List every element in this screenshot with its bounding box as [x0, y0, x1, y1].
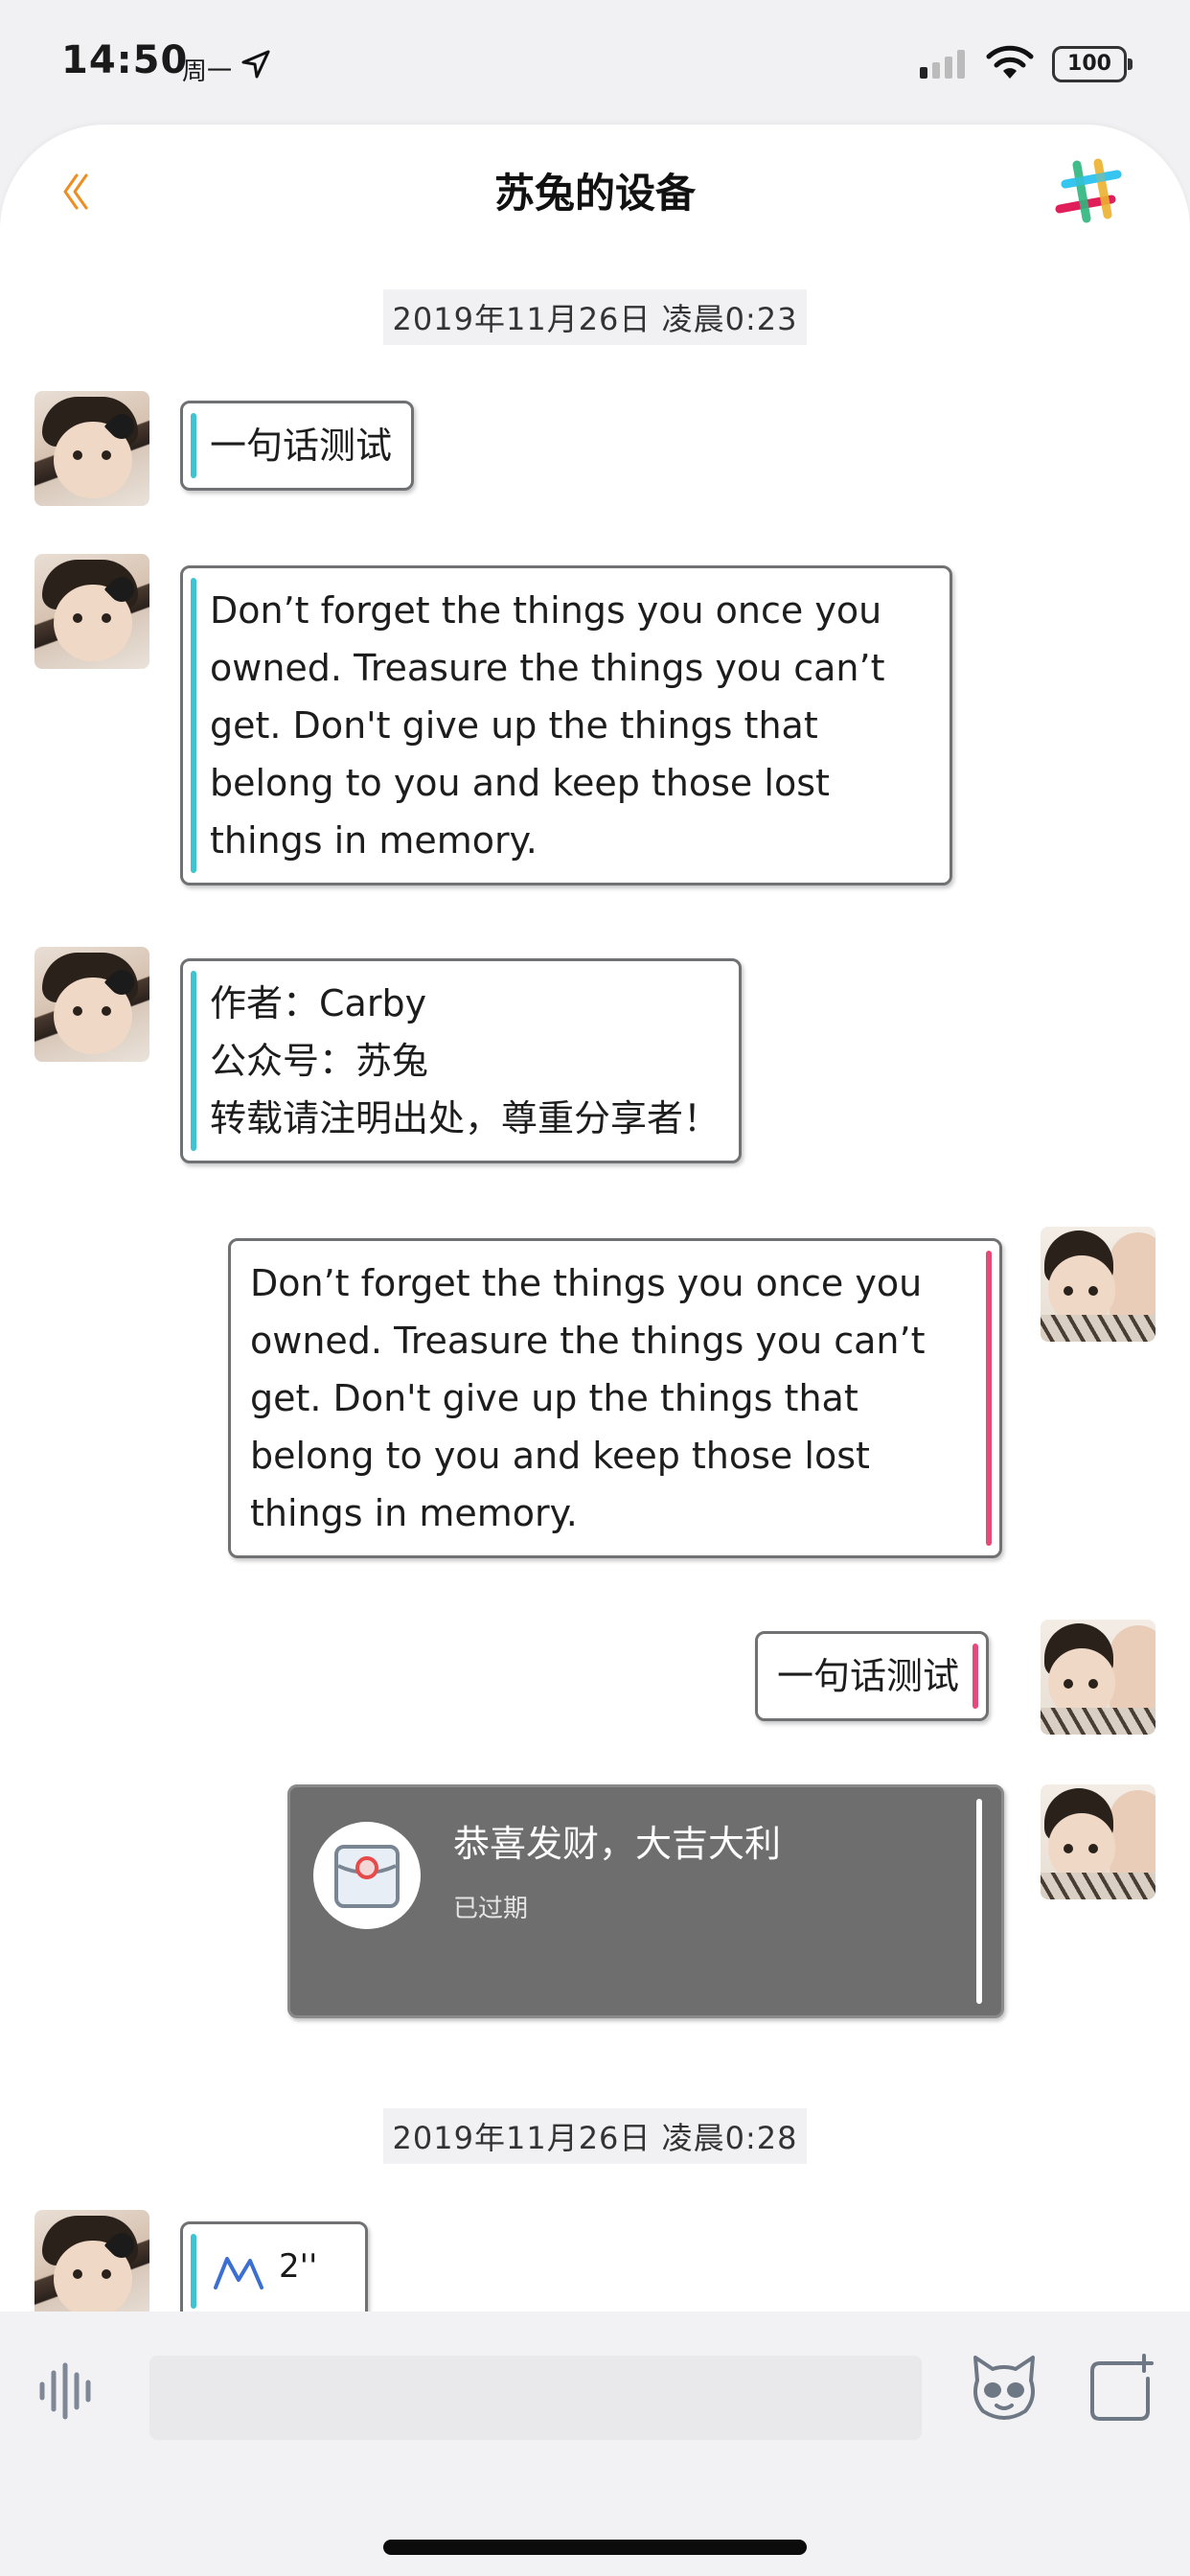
message-bubble[interactable]: Don’t forget the things you once you own… [228, 1238, 1002, 1558]
avatar-left[interactable] [34, 391, 149, 506]
avatar-left[interactable] [34, 554, 149, 669]
voice-duration: 2'' [279, 2247, 318, 2286]
red-packet-title: 恭喜发财，大吉大利 [453, 1823, 782, 1865]
timestamp: 2019年11月26日 凌晨0:23 [0, 289, 1190, 345]
location-arrow-icon [241, 50, 270, 79]
red-packet-card[interactable]: 恭喜发财，大吉大利 已过期 [287, 1784, 1004, 2018]
cellular-signal-icon [920, 50, 965, 79]
message-input[interactable] [149, 2356, 922, 2440]
settings-hash-icon[interactable] [1054, 157, 1123, 226]
avatar-left[interactable] [34, 947, 149, 1062]
avatar-right[interactable] [1041, 1784, 1156, 1899]
battery-indicator: 100 [1052, 46, 1133, 82]
message-bubble[interactable]: Don’t forget the things you once you own… [180, 565, 952, 886]
avatar-right[interactable] [1041, 1227, 1156, 1342]
voice-message[interactable]: 2'' [180, 2221, 368, 2312]
page-title: 苏兔的设备 [493, 170, 696, 217]
input-bar [0, 2312, 1190, 2576]
avatar-right[interactable] [1041, 1620, 1156, 1735]
emoji-cat-icon[interactable] [968, 2352, 1041, 2425]
message-list[interactable]: 2019年11月26日 凌晨0:23 一句话测试 Don’t forget th… [0, 259, 1190, 2312]
message-bubble[interactable]: 一句话测试 [755, 1631, 990, 1721]
timestamp-label: 2019年11月26日 凌晨0:28 [382, 2108, 808, 2164]
voice-wave-icon [214, 2257, 263, 2289]
battery-level: 100 [1067, 52, 1111, 76]
chat-screen: 14:50 周一 100 苏兔的设备 2019年11月26日 凌晨0:23 一句… [0, 0, 1190, 2576]
message-bubble[interactable]: 一句话测试 [180, 401, 415, 491]
red-packet-status: 已过期 [453, 1895, 529, 1923]
nav-bar: 苏兔的设备 [0, 125, 1190, 259]
avatar-left[interactable] [34, 2210, 149, 2312]
status-bar: 14:50 周一 100 [0, 0, 1190, 125]
timestamp: 2019年11月26日 凌晨0:28 [0, 2108, 1190, 2164]
compose-icon[interactable] [1087, 2354, 1156, 2423]
status-weekday: 周一 [182, 58, 233, 86]
message-bubble[interactable]: 作者：Carby 公众号：苏兔 转载请注明出处，尊重分享者！ [180, 958, 743, 1163]
status-time: 14:50 [61, 38, 189, 82]
timestamp-label: 2019年11月26日 凌晨0:23 [382, 289, 808, 345]
wifi-icon [986, 45, 1034, 79]
red-packet-icon [313, 1822, 421, 1929]
voice-input-icon[interactable] [36, 2359, 100, 2423]
home-indicator[interactable] [383, 2540, 807, 2555]
